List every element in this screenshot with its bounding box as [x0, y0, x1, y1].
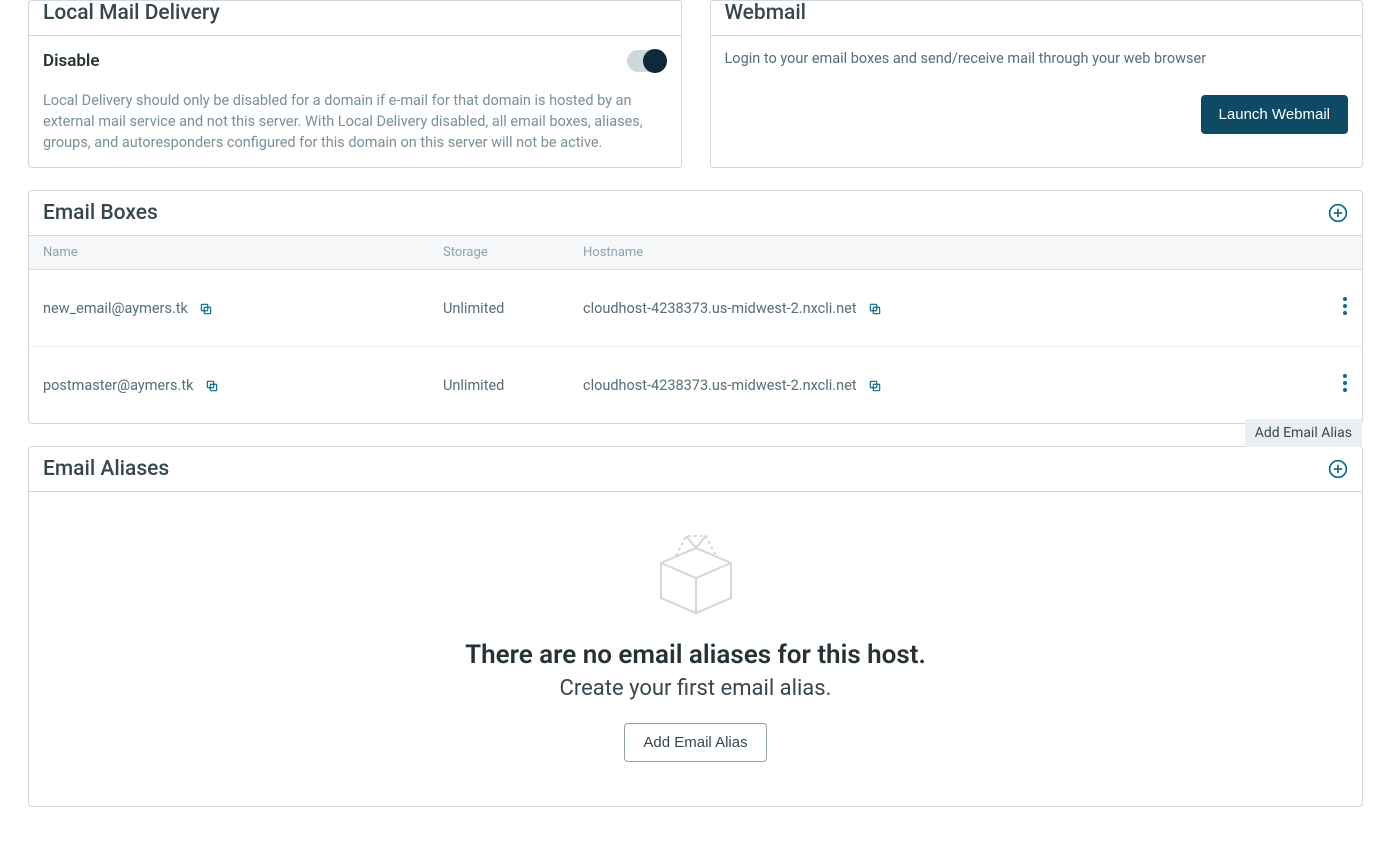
email-boxes-section: Email Boxes Name Storage Hostname new_em…	[28, 190, 1363, 424]
copy-icon[interactable]	[205, 379, 219, 393]
email-hostname: cloudhost-4238373.us-midwest-2.nxcli.net	[583, 377, 857, 394]
email-storage: Unlimited	[443, 377, 583, 394]
empty-box-icon	[646, 528, 746, 618]
copy-icon[interactable]	[868, 379, 882, 393]
add-email-alias-button[interactable]: Add Email Alias	[624, 723, 766, 762]
email-boxes-title: Email Boxes	[43, 201, 158, 225]
email-boxes-header-row: Name Storage Hostname	[29, 236, 1362, 270]
webmail-description: Login to your email boxes and send/recei…	[725, 50, 1349, 67]
row-actions-icon[interactable]	[1342, 296, 1348, 316]
local-mail-title: Local Mail Delivery	[43, 1, 667, 25]
local-mail-description: Local Delivery should only be disabled f…	[43, 90, 667, 153]
empty-title: There are no email aliases for this host…	[43, 640, 1348, 670]
local-mail-card: Local Mail Delivery Disable Local Delive…	[28, 0, 682, 168]
col-storage: Storage	[443, 245, 583, 260]
col-hostname: Hostname	[583, 245, 1308, 260]
webmail-card: Webmail Login to your email boxes and se…	[710, 0, 1364, 168]
add-email-box-icon[interactable]	[1328, 203, 1348, 223]
email-hostname: cloudhost-4238373.us-midwest-2.nxcli.net	[583, 300, 857, 317]
email-aliases-section: Add Email Alias Email Aliases There are …	[28, 446, 1363, 807]
table-row: postmaster@aymers.tk Unlimited cloudhost…	[29, 347, 1362, 423]
email-name: new_email@aymers.tk	[43, 300, 188, 317]
launch-webmail-button[interactable]: Launch Webmail	[1201, 95, 1348, 134]
copy-icon[interactable]	[868, 302, 882, 316]
table-row: new_email@aymers.tk Unlimited cloudhost-…	[29, 270, 1362, 347]
col-name: Name	[43, 245, 443, 260]
email-name: postmaster@aymers.tk	[43, 377, 193, 394]
copy-icon[interactable]	[199, 302, 213, 316]
empty-subtitle: Create your first email alias.	[43, 676, 1348, 701]
webmail-title: Webmail	[725, 1, 1349, 25]
row-actions-icon[interactable]	[1342, 373, 1348, 393]
add-alias-tooltip: Add Email Alias	[1245, 419, 1362, 447]
add-email-alias-icon[interactable]	[1328, 459, 1348, 479]
disable-toggle[interactable]	[627, 50, 667, 72]
disable-label: Disable	[43, 51, 100, 71]
email-aliases-title: Email Aliases	[43, 457, 169, 481]
toggle-knob	[643, 49, 667, 73]
email-storage: Unlimited	[443, 300, 583, 317]
